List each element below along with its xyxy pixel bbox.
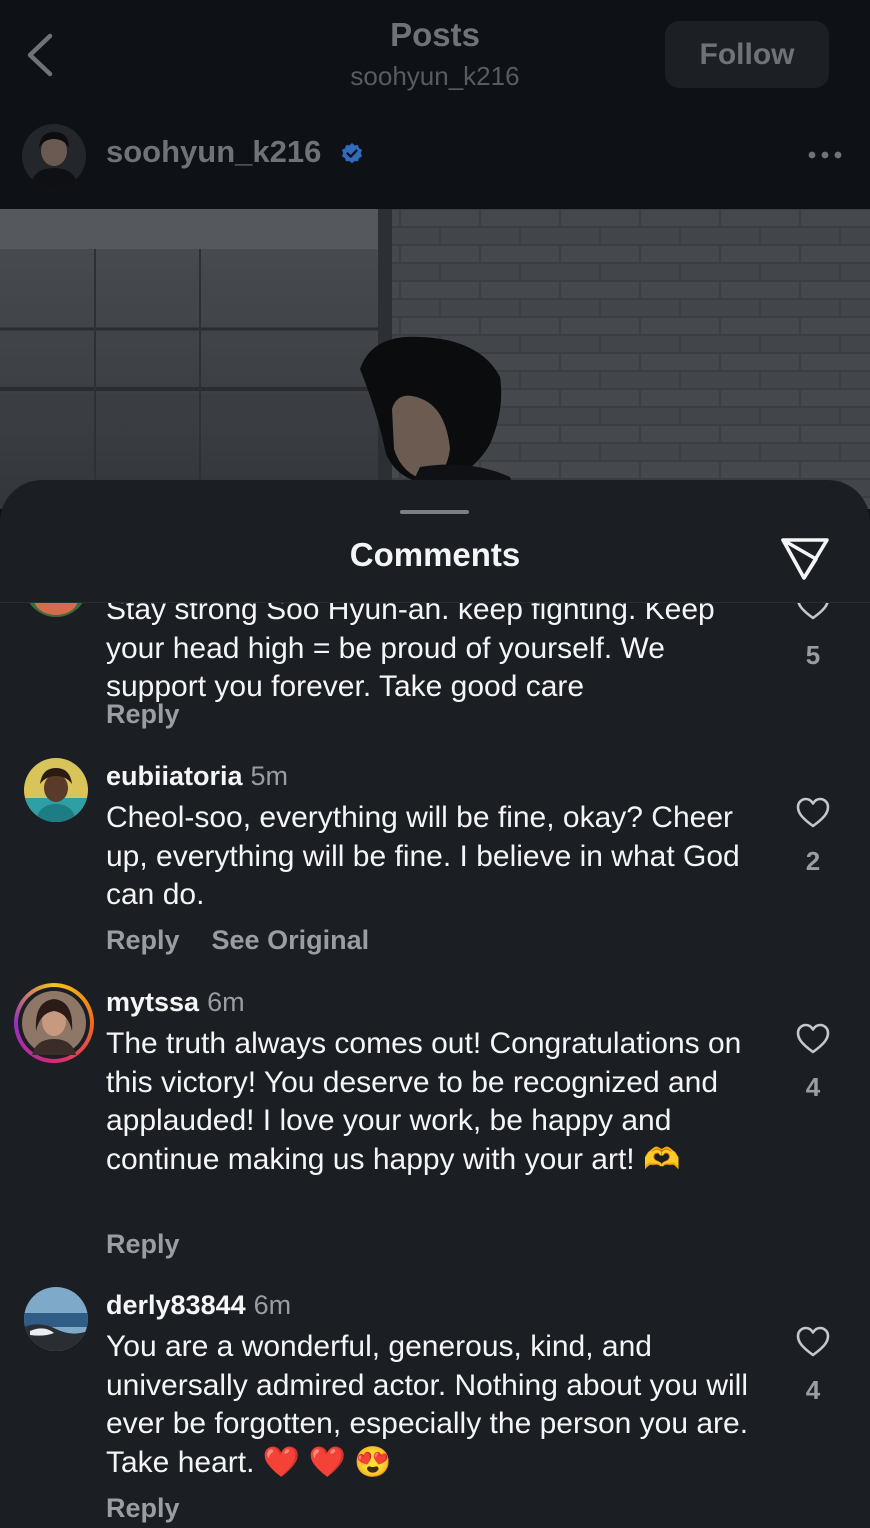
- like-count: 4: [805, 1375, 821, 1405]
- follow-button[interactable]: Follow: [665, 21, 829, 88]
- post-header: soohyun_k216: [0, 100, 870, 209]
- drag-handle[interactable]: [400, 510, 469, 514]
- comment-time: 5m: [250, 761, 289, 791]
- reply-button[interactable]: Reply: [106, 925, 180, 955]
- like-heart-icon[interactable]: [796, 797, 830, 829]
- commenter-username[interactable]: mytssa: [106, 987, 199, 1017]
- comment-actions: Reply: [106, 1229, 212, 1260]
- comments-sheet: Comments Stay strong Soo Hyun-ah. keep f…: [0, 480, 870, 1528]
- comment-text: Stay strong Soo Hyun-ah. keep fighting. …: [106, 603, 715, 704]
- comment-time: 6m: [207, 987, 245, 1017]
- comment-actions: Reply See Original: [106, 925, 401, 956]
- like-heart-icon[interactable]: [796, 1326, 830, 1358]
- like-heart-icon[interactable]: [796, 603, 830, 621]
- like-heart-icon[interactable]: [796, 1023, 830, 1055]
- more-options-icon[interactable]: [807, 150, 843, 160]
- commenter-avatar[interactable]: [24, 603, 88, 617]
- like-count: 2: [805, 846, 821, 876]
- see-original-button[interactable]: See Original: [212, 925, 370, 955]
- commenter-avatar[interactable]: [24, 1287, 88, 1351]
- commenter-username[interactable]: eubiiatoria: [106, 761, 243, 791]
- author-avatar[interactable]: [22, 124, 86, 188]
- reply-button[interactable]: Reply: [106, 1229, 180, 1259]
- comment-text: The truth always comes out! Congratulati…: [106, 1027, 742, 1177]
- commenter-username[interactable]: derly83844: [106, 1290, 246, 1320]
- top-nav-bar: Posts soohyun_k216 Follow: [0, 0, 870, 100]
- comments-title: Comments: [349, 536, 521, 573]
- share-send-icon[interactable]: [780, 535, 830, 581]
- comment-text: Cheol-soo, everything will be fine, okay…: [106, 801, 740, 912]
- commenter-avatar[interactable]: [24, 758, 88, 822]
- like-count: 4: [805, 1072, 821, 1102]
- reply-button[interactable]: Reply: [106, 1493, 180, 1523]
- like-count: 5: [805, 640, 821, 670]
- comment-text: You are a wonderful, generous, kind, and…: [106, 1330, 749, 1480]
- comment-header: mytssa 6m: [106, 987, 245, 1018]
- commenter-avatar: [18, 987, 90, 1059]
- verified-badge-icon: [342, 143, 362, 164]
- commenter-avatar-story-ring[interactable]: [14, 983, 94, 1063]
- comment-actions: Reply: [106, 699, 212, 730]
- comment-actions: Reply: [106, 1493, 212, 1524]
- comments-list[interactable]: Stay strong Soo Hyun-ah. keep fighting. …: [0, 603, 870, 1528]
- comment-time: 6m: [253, 1290, 292, 1320]
- post-image: [0, 209, 870, 509]
- comment-header: eubiiatoria 5m: [106, 761, 288, 792]
- comment-header: derly83844 6m: [106, 1290, 291, 1321]
- reply-button[interactable]: Reply: [106, 699, 180, 729]
- author-username[interactable]: soohyun_k216: [106, 134, 321, 170]
